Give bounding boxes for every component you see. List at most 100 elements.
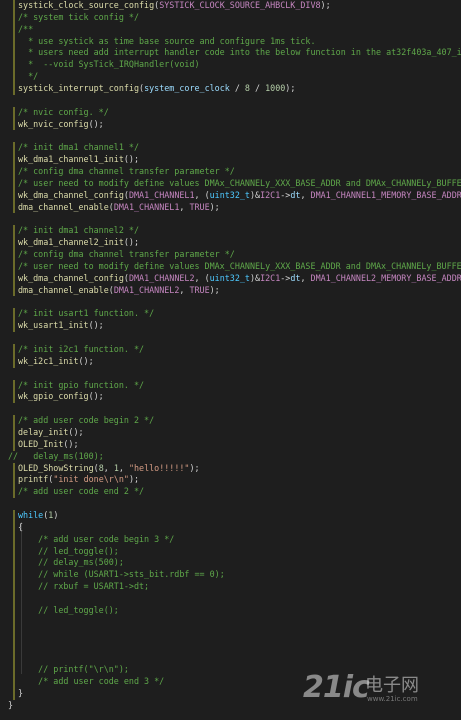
code-line[interactable]: [0, 652, 461, 665]
code-text: // delay_ms(100);: [8, 451, 104, 463]
code-token: // led_toggle();: [38, 545, 119, 556]
code-line[interactable]: systick_clock_source_config(SYSTICK_CLOC…: [0, 0, 461, 12]
code-line[interactable]: // led_toggle();: [0, 604, 461, 617]
change-marker: [13, 308, 15, 321]
code-text: dma_channel_enable(DMA1_CHANNEL2, TRUE);: [18, 285, 220, 297]
code-line[interactable]: /* add user code begin 2 */: [0, 415, 461, 427]
code-token: /* add user code begin 2 */: [18, 415, 155, 426]
code-line[interactable]: wk_dma1_channel1_init();: [0, 154, 461, 167]
code-token: );: [209, 284, 220, 295]
code-line[interactable]: delay_init();: [0, 426, 461, 439]
code-line[interactable]: [0, 130, 461, 142]
code-text: // while (USART1->sts_bit.rdbf == 0);: [18, 569, 225, 581]
change-marker: [13, 237, 15, 250]
change-marker: [13, 11, 15, 24]
code-line[interactable]: [0, 95, 461, 107]
code-token: , (: [194, 272, 210, 283]
code-token: delay_init: [18, 426, 69, 437]
code-line[interactable]: wk_i2c1_init();: [0, 355, 461, 368]
code-line[interactable]: systick_interrupt_config(system_core_clo…: [0, 83, 461, 95]
code-line[interactable]: // rxbuf = USART1->dt;: [0, 581, 461, 593]
code-token: // printf("\r\n");: [38, 664, 129, 675]
code-line[interactable]: /* init i2c1 function. */: [0, 343, 461, 356]
code-line[interactable]: /* config dma channel transfer parameter…: [0, 166, 461, 178]
change-marker: [13, 59, 15, 72]
code-text: /* user need to modify define values DMA…: [18, 261, 461, 273]
code-line[interactable]: [0, 332, 461, 344]
change-marker: [13, 545, 15, 558]
code-token: );: [128, 474, 140, 485]
change-marker: [13, 604, 15, 617]
code-line[interactable]: // while (USART1->sts_bit.rdbf == 0);: [0, 569, 461, 582]
code-line[interactable]: [0, 296, 461, 308]
code-line[interactable]: OLED_ShowString(8, 1, "hello!!!!!");: [0, 462, 461, 475]
code-line[interactable]: // delay_ms(500);: [0, 557, 461, 570]
site-watermark: 21ic 电子网 www.21ic.com: [303, 668, 453, 712]
code-line[interactable]: /* init dma1 channel1 */: [0, 142, 461, 155]
code-line[interactable]: * use systick as time base source and co…: [0, 35, 461, 48]
code-line[interactable]: dma_channel_enable(DMA1_CHANNEL2, TRUE);: [0, 284, 461, 297]
change-marker: [13, 106, 15, 119]
code-line[interactable]: /* nvic config. */: [0, 106, 461, 119]
code-line[interactable]: // led_toggle();: [0, 545, 461, 558]
code-token: ();: [123, 237, 140, 248]
code-line[interactable]: wk_usart1_init();: [0, 320, 461, 333]
code-token: dma_channel_enable: [18, 284, 109, 295]
code-token: ();: [88, 118, 104, 129]
watermark-site: www.21ic.com: [367, 695, 418, 703]
code-text: dma_channel_enable(DMA1_CHANNEL1, TRUE);: [18, 202, 220, 214]
change-marker: [13, 0, 15, 12]
code-line[interactable]: * users need add interrupt handler code …: [0, 47, 461, 60]
code-token: OLED_ShowString: [18, 462, 94, 473]
code-line[interactable]: [0, 498, 461, 510]
code-line[interactable]: wk_dma_channel_config(DMA1_CHANNEL2, (ui…: [0, 272, 461, 285]
code-text: wk_dma_channel_config(DMA1_CHANNEL2, (ui…: [18, 273, 461, 285]
code-line[interactable]: [0, 640, 461, 653]
code-line[interactable]: /* config dma channel transfer parameter…: [0, 249, 461, 261]
code-line[interactable]: /* init usart1 function. */: [0, 308, 461, 321]
code-text: * users need add interrupt handler code …: [18, 47, 461, 59]
code-line[interactable]: wk_nvic_config();: [0, 118, 461, 131]
code-line[interactable]: /* init gpio function. */: [0, 379, 461, 392]
change-marker: [13, 320, 15, 333]
code-token: ,: [179, 284, 190, 295]
code-line[interactable]: /* system tick config */: [0, 11, 461, 24]
code-line[interactable]: /* user need to modify define values DMA…: [0, 177, 461, 190]
code-line[interactable]: [0, 213, 461, 225]
code-line[interactable]: * --void SysTick_IRQHandler(void): [0, 59, 461, 72]
code-line[interactable]: /* user need to modify define values DMA…: [0, 260, 461, 273]
code-text: /**: [18, 24, 33, 36]
code-line[interactable]: while(1): [0, 509, 461, 522]
code-line[interactable]: [0, 403, 461, 415]
code-line[interactable]: printf("init done\r\n");: [0, 474, 461, 487]
code-line[interactable]: /* init dma1 channel2 */: [0, 225, 461, 238]
code-line[interactable]: [0, 616, 461, 629]
code-token: OLED_Init: [18, 438, 64, 449]
code-line[interactable]: [0, 368, 461, 380]
code-line[interactable]: [0, 628, 461, 641]
code-token: // delay_ms(500);: [38, 557, 124, 568]
code-line[interactable]: {: [0, 521, 461, 534]
code-token: )&: [249, 189, 261, 200]
code-line[interactable]: // delay_ms(100);: [0, 451, 461, 463]
code-editor[interactable]: systick_clock_source_config(SYSTICK_CLOC…: [0, 0, 461, 720]
change-marker: [13, 166, 15, 178]
code-line[interactable]: */: [0, 71, 461, 84]
code-line[interactable]: wk_gpio_config();: [0, 391, 461, 404]
code-line[interactable]: /* add user code begin 3 */: [0, 533, 461, 546]
code-text: }: [18, 688, 23, 700]
change-marker: [13, 260, 15, 273]
code-text: /* add user code begin 2 */: [18, 415, 154, 427]
code-line[interactable]: wk_dma_channel_config(DMA1_CHANNEL1, (ui…: [0, 189, 461, 202]
change-marker: [13, 391, 15, 404]
change-marker: [13, 225, 15, 238]
code-line[interactable]: /* add user code end 2 */: [0, 486, 461, 499]
code-text: // delay_ms(500);: [18, 557, 124, 569]
code-line[interactable]: wk_dma1_channel2_init();: [0, 237, 461, 250]
code-lines[interactable]: systick_clock_source_config(SYSTICK_CLOC…: [0, 0, 461, 712]
code-text: wk_gpio_config();: [18, 391, 104, 403]
code-line[interactable]: dma_channel_enable(DMA1_CHANNEL1, TRUE);: [0, 201, 461, 214]
code-line[interactable]: [0, 592, 461, 605]
code-line[interactable]: /**: [0, 23, 461, 36]
code-line[interactable]: OLED_Init();: [0, 438, 461, 451]
